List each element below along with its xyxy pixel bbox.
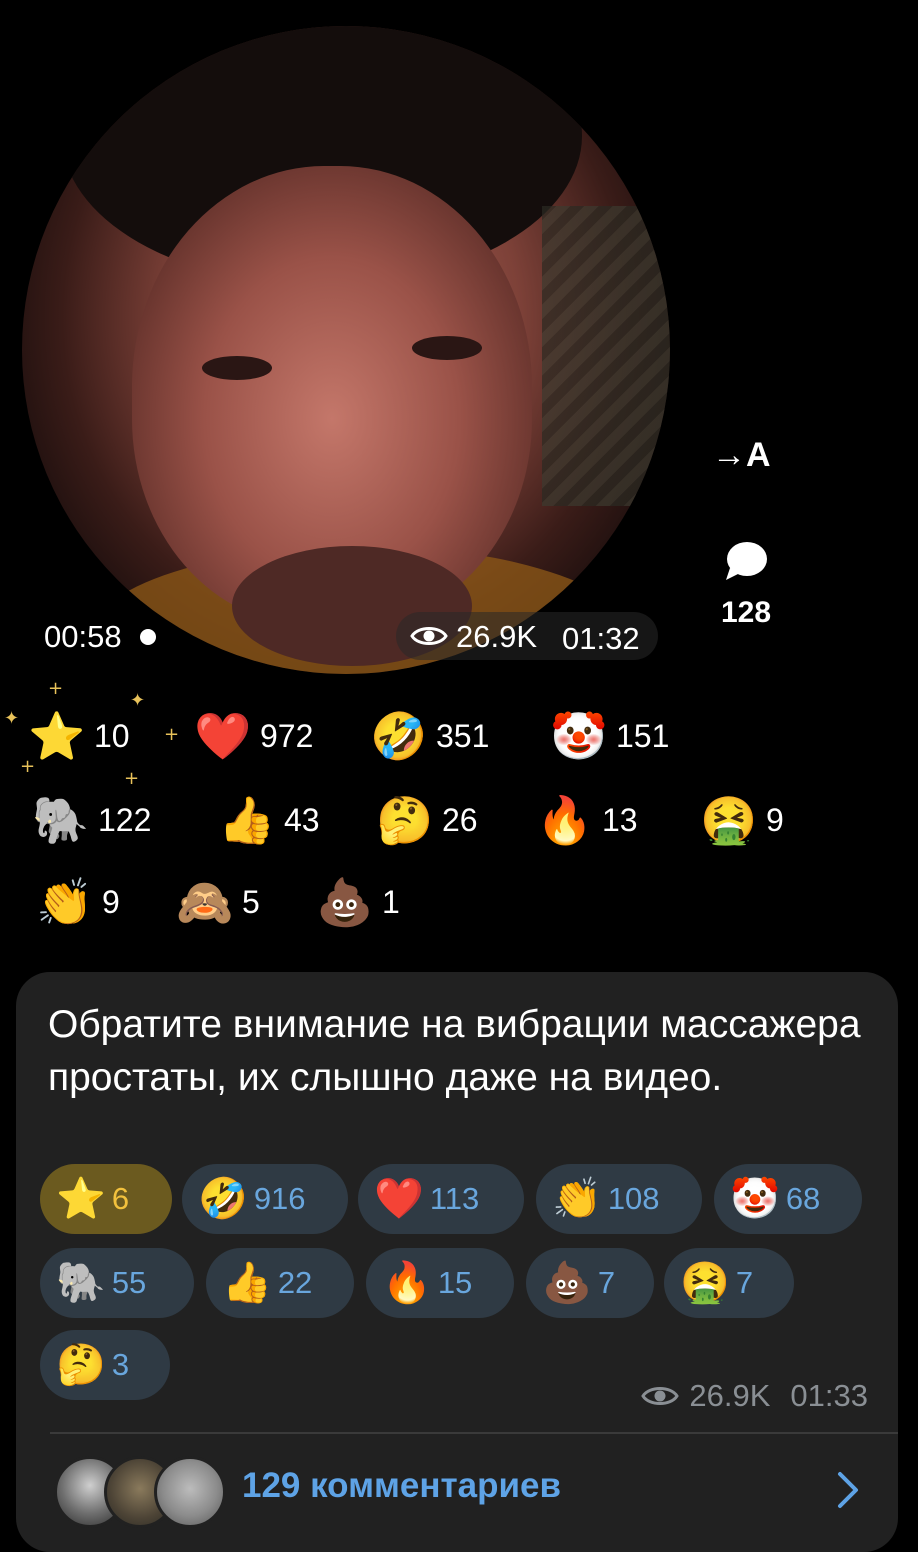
vomit-icon: 🤮: [700, 793, 758, 847]
clap-icon: 👏: [36, 875, 94, 929]
message-reaction-thinking[interactable]: 🤔 3: [40, 1330, 170, 1400]
comments-shortcut-button[interactable]: 128: [710, 540, 782, 630]
message-reaction-clown[interactable]: 🤡 68: [714, 1164, 862, 1234]
reaction-count: 10: [94, 717, 130, 754]
fire-icon: 🔥: [382, 1260, 432, 1306]
video-message[interactable]: [22, 26, 670, 674]
poop-icon: 💩: [316, 875, 374, 929]
message-time: 01:33: [790, 1378, 868, 1413]
comments-label: 129 комментариев: [242, 1466, 561, 1505]
translate-button[interactable]: →A: [712, 436, 771, 475]
message-meta: 26.9K 01:33: [641, 1378, 868, 1414]
reaction-heart[interactable]: ❤️ 972: [194, 706, 313, 766]
message-reaction-star[interactable]: ⭐ 6: [40, 1164, 172, 1234]
video-frame-eye: [202, 356, 272, 380]
reaction-poop[interactable]: 💩 1: [316, 872, 400, 932]
reaction-count: 351: [436, 717, 490, 754]
avatar: [154, 1456, 226, 1528]
thumbs-up-icon: 👍: [222, 1260, 272, 1306]
video-views: 26.9K: [456, 619, 538, 654]
rofl-icon: 🤣: [198, 1176, 248, 1222]
sparkle-icon: ✦: [130, 690, 146, 711]
message-reaction-fire[interactable]: 🔥 15: [366, 1248, 514, 1318]
video-meta-badge: 26.9K 01:32: [396, 612, 658, 660]
reaction-count: 113: [429, 1181, 480, 1216]
heart-icon: ❤️: [374, 1176, 424, 1222]
reaction-see-no-evil[interactable]: 🙈 5: [176, 872, 260, 932]
reaction-count: 916: [253, 1181, 306, 1216]
video-frame-background: [542, 206, 670, 506]
reaction-count: 13: [602, 801, 638, 838]
comment-bubble-icon: [726, 542, 767, 580]
message-bubble: Обратите внимание на вибрации массажера …: [16, 972, 898, 1552]
rofl-icon: 🤣: [370, 709, 428, 763]
video-reactions: + ✦ ✦ + + + ⭐ 10 ❤️ 972 🤣 351 🤡 151 🐘 12…: [0, 678, 918, 950]
reaction-elephant[interactable]: 🐘 122: [32, 790, 151, 850]
reaction-star[interactable]: ⭐ 10: [28, 706, 130, 766]
reaction-count: 9: [766, 801, 784, 838]
clown-icon: 🤡: [730, 1176, 780, 1222]
reaction-count: 122: [98, 801, 152, 838]
elephant-icon: 🐘: [56, 1260, 106, 1306]
clown-icon: 🤡: [550, 709, 608, 763]
sparkle-icon: +: [164, 724, 180, 745]
reaction-count: 68: [785, 1181, 821, 1216]
sparkle-icon: ✦: [4, 708, 20, 729]
reaction-clown[interactable]: 🤡 151: [550, 706, 669, 766]
reaction-count: 9: [102, 883, 120, 920]
reaction-count: 22: [277, 1265, 313, 1300]
message-reaction-poop[interactable]: 💩 7: [526, 1248, 654, 1318]
reaction-count: 1: [382, 883, 400, 920]
eye-icon: [641, 1387, 680, 1405]
chevron-right-icon: [838, 1472, 858, 1508]
reaction-count: 55: [111, 1265, 147, 1300]
reaction-count: 43: [284, 801, 320, 838]
message-text: Обратите внимание на вибрации массажера …: [48, 1003, 861, 1099]
star-icon: ⭐: [56, 1176, 106, 1222]
message-reaction-vomit[interactable]: 🤮 7: [664, 1248, 794, 1318]
reaction-count: 5: [242, 883, 260, 920]
reaction-fire[interactable]: 🔥 13: [536, 790, 638, 850]
sparkle-icon: +: [124, 768, 140, 789]
message-reaction-elephant[interactable]: 🐘 55: [40, 1248, 194, 1318]
thinking-icon: 🤔: [376, 793, 434, 847]
playback-dot-icon: [140, 629, 156, 645]
reaction-thumbs-up[interactable]: 👍 43: [218, 790, 320, 850]
clap-icon: 👏: [552, 1176, 602, 1222]
video-time: 01:32: [562, 621, 640, 656]
sparkle-icon: +: [48, 678, 64, 699]
message-views: 26.9K: [689, 1378, 771, 1413]
vomit-icon: 🤮: [680, 1260, 730, 1306]
reaction-thinking[interactable]: 🤔 26: [376, 790, 478, 850]
reaction-count: 108: [607, 1181, 660, 1216]
heart-icon: ❤️: [194, 709, 252, 763]
elephant-icon: 🐘: [32, 793, 90, 847]
reaction-rofl[interactable]: 🤣 351: [370, 706, 489, 766]
poop-icon: 💩: [542, 1260, 592, 1306]
reaction-count: 7: [597, 1265, 616, 1300]
reaction-vomit[interactable]: 🤮 9: [700, 790, 784, 850]
reaction-count: 6: [111, 1181, 130, 1216]
thinking-icon: 🤔: [56, 1342, 106, 1388]
star-icon: ⭐: [28, 709, 86, 763]
thumbs-up-icon: 👍: [218, 793, 276, 847]
comments-button[interactable]: 129 комментариев: [16, 1434, 898, 1544]
video-elapsed-time: 00:58: [44, 619, 122, 654]
fire-icon: 🔥: [536, 793, 594, 847]
message-reaction-heart[interactable]: ❤️ 113: [358, 1164, 524, 1234]
reaction-count: 15: [437, 1265, 473, 1300]
reaction-count: 3: [111, 1347, 130, 1382]
comments-side-count: 128: [720, 596, 772, 629]
reaction-count: 151: [616, 717, 670, 754]
message-reaction-thumbs-up[interactable]: 👍 22: [206, 1248, 354, 1318]
reaction-count: 26: [442, 801, 478, 838]
message-reaction-rofl[interactable]: 🤣 916: [182, 1164, 348, 1234]
reaction-clap[interactable]: 👏 9: [36, 872, 120, 932]
reaction-count: 7: [735, 1265, 754, 1300]
video-frame-eye: [412, 336, 482, 360]
see-no-evil-icon: 🙈: [176, 875, 234, 929]
eye-icon: [410, 627, 448, 645]
reaction-count: 972: [260, 717, 314, 754]
message-reaction-clap[interactable]: 👏 108: [536, 1164, 702, 1234]
